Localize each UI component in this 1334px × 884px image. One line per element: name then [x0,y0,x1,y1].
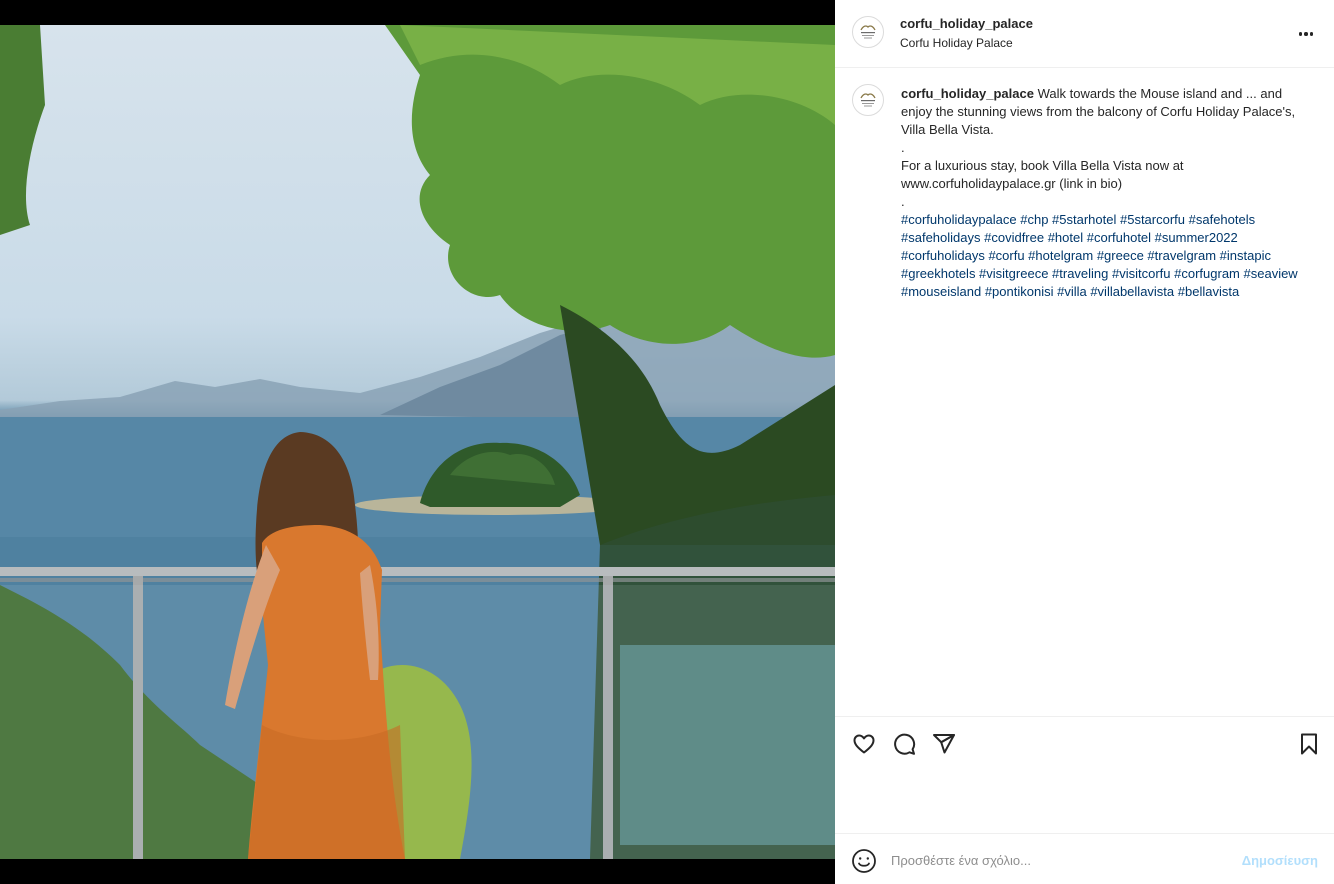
caption-dot-1: . [901,140,905,155]
avatar-logo-icon [860,93,876,107]
action-bar [835,716,1334,768]
post-comment-button[interactable]: Δημοσίευση [1242,853,1318,868]
post-caption: corfu_holiday_palace Walk towards the Mo… [835,68,1334,716]
caption-dot-2: . [901,194,905,209]
share-icon[interactable] [931,731,957,757]
post-side-panel: corfu_holiday_palace Corfu Holiday Palac… [835,0,1334,884]
post-location[interactable]: Corfu Holiday Palace [900,36,1013,50]
post-photo-image [0,25,835,859]
more-options-icon[interactable] [1296,24,1316,44]
post-media [0,0,835,884]
comment-box: Δημοσίευση [835,833,1334,884]
emoji-icon[interactable] [851,848,877,874]
dot [1309,32,1314,36]
dot [1304,32,1308,36]
caption-text: corfu_holiday_palace Walk towards the Mo… [901,85,1311,301]
caption-avatar[interactable] [852,84,884,116]
bookmark-icon[interactable] [1296,731,1322,757]
caption-hashtags[interactable]: #corfuholidaypalace #chp #5starhotel #5s… [901,211,1311,301]
post-header: corfu_holiday_palace Corfu Holiday Palac… [835,0,1334,68]
avatar-logo-icon [860,25,876,39]
avatar[interactable] [852,16,884,48]
post-photo[interactable] [0,25,835,859]
dot [1298,32,1303,36]
post-username[interactable]: corfu_holiday_palace [900,16,1033,31]
caption-line-2: For a luxurious stay, book Villa Bella V… [901,158,1184,191]
comment-input[interactable] [891,848,1221,872]
heart-icon[interactable] [851,731,877,757]
caption-username[interactable]: corfu_holiday_palace [901,86,1034,101]
comment-icon[interactable] [891,731,917,757]
